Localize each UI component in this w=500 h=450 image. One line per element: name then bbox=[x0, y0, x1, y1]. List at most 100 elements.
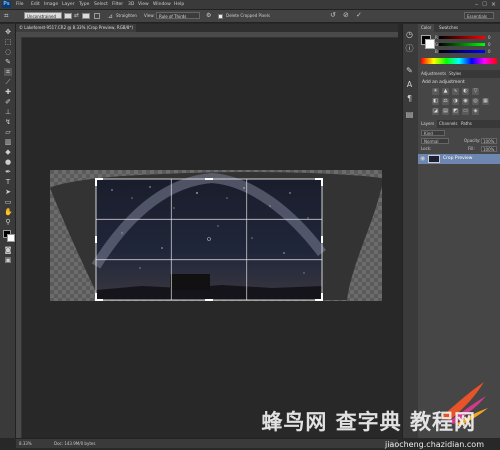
width-input[interactable] bbox=[64, 13, 72, 19]
menu-window[interactable]: Window bbox=[153, 1, 171, 8]
shape-tool-icon[interactable]: ▭ bbox=[4, 198, 12, 206]
ratio-select[interactable]: Unconstrained bbox=[24, 12, 62, 19]
crop-tool-active-icon[interactable]: ⌗ bbox=[4, 68, 12, 76]
photo-filter-adjustment-icon[interactable]: ◉ bbox=[462, 98, 469, 105]
green-slider[interactable] bbox=[439, 43, 485, 46]
levels-adjustment-icon[interactable]: ▲ bbox=[442, 88, 449, 95]
menu-filter[interactable]: Filter bbox=[112, 1, 123, 8]
marquee-tool-icon[interactable]: ⬚ bbox=[4, 38, 12, 46]
cancel-crop-icon[interactable]: ⊘ bbox=[343, 11, 349, 19]
menu-help[interactable]: Help bbox=[174, 1, 184, 8]
slider-value-g[interactable]: 0 bbox=[488, 42, 491, 47]
blend-mode-select[interactable]: Normal bbox=[421, 138, 449, 144]
canvas-area[interactable] bbox=[22, 38, 398, 438]
color-lookup-adjustment-icon[interactable]: ▦ bbox=[482, 98, 489, 105]
opacity-input[interactable]: 100% bbox=[481, 138, 497, 144]
screen-mode-icon[interactable]: ▣ bbox=[4, 256, 12, 264]
straighten-icon[interactable]: ⊿ bbox=[108, 13, 113, 20]
channel-mixer-adjustment-icon[interactable]: ◎ bbox=[472, 98, 479, 105]
layer-row[interactable]: ◉ Crop Preview bbox=[418, 154, 500, 164]
hue-saturation-adjustment-icon[interactable]: ◧ bbox=[432, 98, 439, 105]
menu-edit[interactable]: Edit bbox=[31, 1, 40, 8]
blur-tool-icon[interactable]: ◆ bbox=[4, 148, 12, 156]
quick-select-tool-icon[interactable]: ✎ bbox=[4, 58, 12, 66]
history-panel-icon[interactable]: ◷ bbox=[404, 30, 415, 39]
hand-tool-icon[interactable]: ✋ bbox=[4, 208, 13, 216]
view-overlay-select[interactable]: Rule of Thirds bbox=[156, 12, 200, 19]
menu-type[interactable]: Type bbox=[79, 1, 89, 8]
slider-value-r[interactable]: 0 bbox=[488, 35, 491, 40]
tab-layers[interactable]: Layers bbox=[418, 120, 438, 128]
workspace-select[interactable]: Essentials bbox=[464, 12, 494, 19]
move-tool-icon[interactable]: ✥ bbox=[4, 28, 12, 36]
layer-filter-kind[interactable]: Kind bbox=[421, 130, 445, 136]
clone-stamp-tool-icon[interactable]: ⊥ bbox=[4, 108, 12, 116]
canvas-image[interactable] bbox=[22, 38, 398, 438]
gear-icon[interactable]: ⚙ bbox=[206, 12, 211, 19]
fill-input[interactable]: 100% bbox=[481, 146, 497, 152]
vibrance-adjustment-icon[interactable]: ▽ bbox=[472, 88, 479, 95]
color-bg-swatch[interactable] bbox=[425, 39, 435, 49]
history-brush-tool-icon[interactable]: ↯ bbox=[4, 118, 12, 126]
properties-panel-icon[interactable]: ⓘ bbox=[404, 44, 415, 53]
menu-layer[interactable]: Layer bbox=[62, 1, 75, 8]
tab-channels[interactable]: Channels bbox=[436, 120, 461, 128]
brush-panel-icon[interactable]: ✎ bbox=[404, 66, 415, 75]
info-panel-icon[interactable]: ▤ bbox=[404, 110, 415, 119]
close-icon[interactable]: × bbox=[491, 0, 496, 9]
gradient-tool-icon[interactable]: ▥ bbox=[4, 138, 12, 146]
maximize-icon[interactable]: □ bbox=[482, 0, 487, 9]
background-color-swatch[interactable] bbox=[7, 234, 15, 242]
eye-icon[interactable]: ◉ bbox=[420, 155, 425, 163]
paragraph-panel-icon[interactable]: ¶ bbox=[404, 94, 415, 103]
menu-image[interactable]: Image bbox=[44, 1, 58, 8]
reset-icon[interactable]: ↺ bbox=[330, 11, 336, 19]
brush-tool-icon[interactable]: ✐ bbox=[4, 98, 12, 106]
layer-name[interactable]: Crop Preview bbox=[443, 154, 472, 164]
eyedropper-tool-icon[interactable]: ⟋ bbox=[4, 78, 12, 86]
minimize-icon[interactable]: – bbox=[475, 0, 478, 9]
path-select-tool-icon[interactable]: ➤ bbox=[4, 188, 12, 196]
clear-button[interactable] bbox=[94, 13, 100, 19]
color-spectrum-bar[interactable] bbox=[421, 58, 497, 64]
pen-tool-icon[interactable]: ✒ bbox=[4, 168, 12, 176]
straighten-button[interactable]: Straighten bbox=[116, 13, 137, 18]
menu-3d[interactable]: 3D bbox=[128, 1, 134, 8]
commit-crop-icon[interactable]: ✓ bbox=[356, 11, 362, 19]
tab-styles[interactable]: Styles bbox=[446, 70, 464, 78]
zoom-tool-icon[interactable]: ⚲ bbox=[4, 218, 12, 226]
gradient-map-adjustment-icon[interactable]: ▭ bbox=[462, 108, 469, 115]
color-balance-adjustment-icon[interactable]: ⚖ bbox=[442, 98, 449, 105]
posterize-adjustment-icon[interactable]: ▤ bbox=[442, 108, 449, 115]
lasso-tool-icon[interactable]: ◌ bbox=[4, 48, 12, 56]
curves-adjustment-icon[interactable]: ∿ bbox=[452, 88, 459, 95]
threshold-adjustment-icon[interactable]: ◩ bbox=[452, 108, 459, 115]
slider-value-b[interactable]: 0 bbox=[488, 49, 491, 54]
black-white-adjustment-icon[interactable]: ◑ bbox=[452, 98, 459, 105]
selective-color-adjustment-icon[interactable]: ◈ bbox=[472, 108, 479, 115]
menu-view[interactable]: View bbox=[138, 1, 149, 8]
healing-tool-icon[interactable]: ✚ bbox=[4, 88, 12, 96]
tab-paths[interactable]: Paths bbox=[458, 120, 475, 128]
swap-icon[interactable]: ⇄ bbox=[74, 12, 79, 19]
height-input[interactable] bbox=[82, 13, 90, 19]
exposure-adjustment-icon[interactable]: ◐ bbox=[462, 88, 469, 95]
invert-adjustment-icon[interactable]: ◪ bbox=[432, 108, 439, 115]
red-slider[interactable] bbox=[439, 36, 485, 39]
document-tab[interactable]: © Lakeforest-9517.CR2 @ 8.33% (Crop Prev… bbox=[16, 24, 136, 32]
zoom-level[interactable]: 8.33% bbox=[19, 439, 32, 448]
crop-tool-icon[interactable]: ⌗ bbox=[4, 11, 9, 21]
menu-file[interactable]: File bbox=[16, 1, 24, 8]
tab-swatches[interactable]: Swatches bbox=[436, 24, 461, 32]
tab-adjustments[interactable]: Adjustments bbox=[418, 70, 450, 78]
menu-select[interactable]: Select bbox=[94, 1, 108, 8]
eraser-tool-icon[interactable]: ▱ bbox=[4, 128, 12, 136]
type-tool-icon[interactable]: T bbox=[4, 178, 12, 186]
brightness-adjustment-icon[interactable]: ☀ bbox=[432, 88, 439, 95]
delete-cropped-checkbox[interactable] bbox=[218, 14, 223, 19]
blue-slider[interactable] bbox=[439, 50, 485, 53]
tab-color[interactable]: Color bbox=[418, 24, 435, 32]
character-panel-icon[interactable]: A bbox=[404, 80, 415, 89]
dodge-tool-icon[interactable]: ● bbox=[4, 158, 12, 166]
quick-mask-icon[interactable]: ◙ bbox=[4, 246, 12, 254]
